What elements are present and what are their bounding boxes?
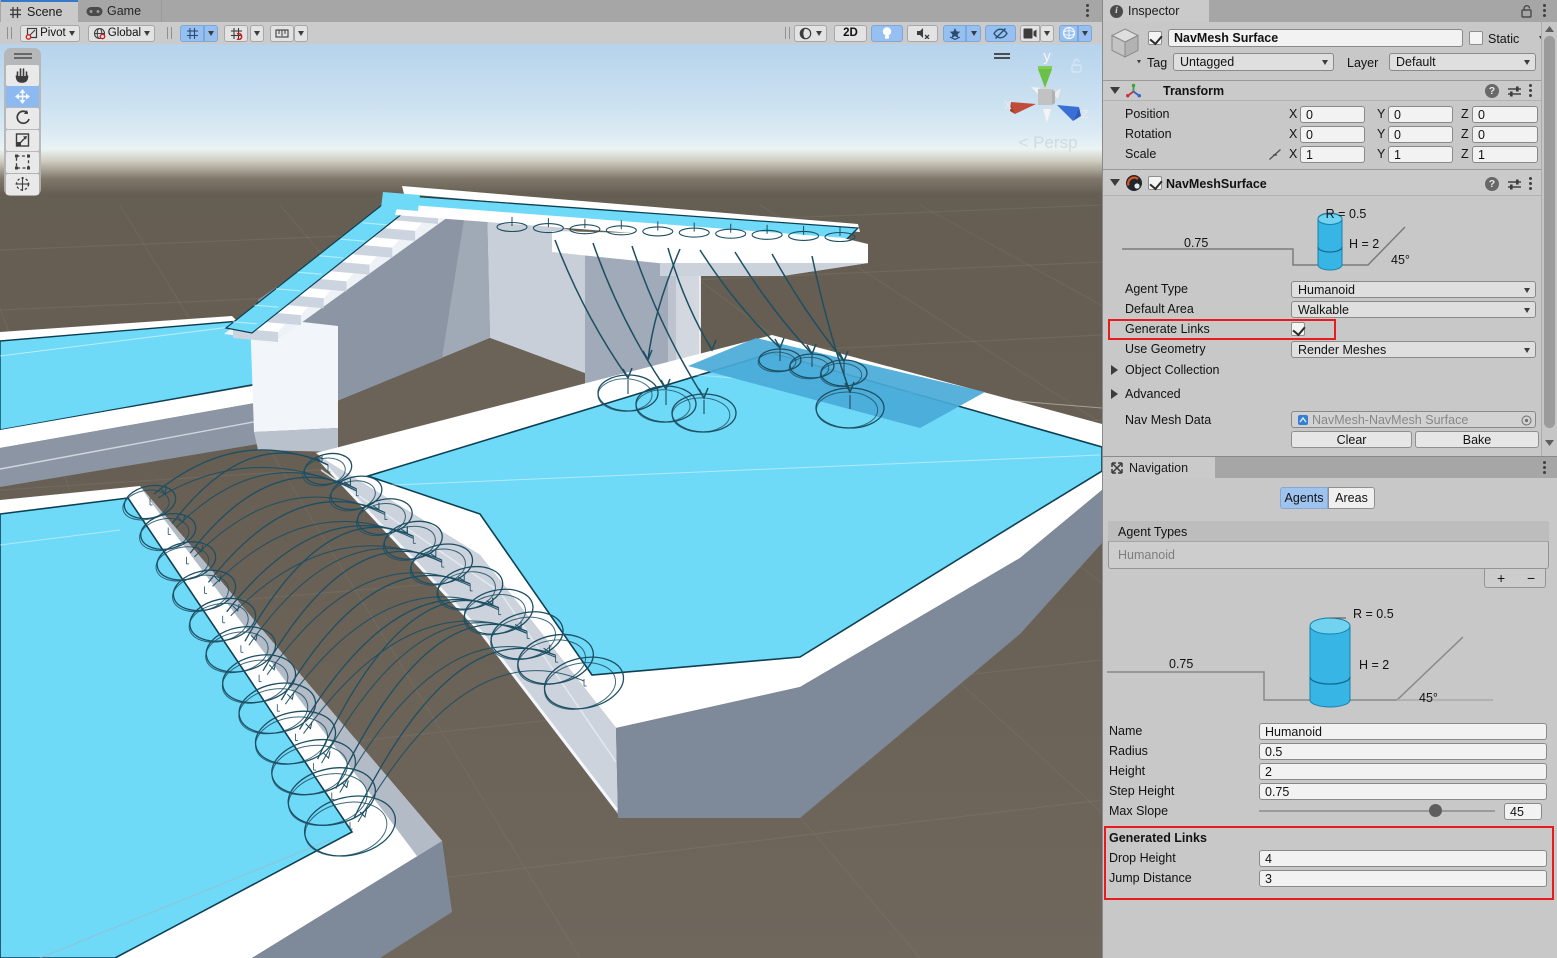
svg-text:R = 0.5: R = 0.5 — [1353, 607, 1394, 621]
svg-text:H = 2: H = 2 — [1359, 658, 1389, 672]
svg-text:45°: 45° — [1419, 691, 1438, 705]
svg-text:45°: 45° — [1391, 253, 1410, 267]
svg-text:z: z — [1081, 105, 1089, 122]
svg-text:H = 2: H = 2 — [1349, 237, 1379, 251]
svg-text:x: x — [1004, 96, 1012, 113]
svg-text:y: y — [1043, 48, 1051, 65]
svg-text:0.75: 0.75 — [1169, 657, 1193, 671]
svg-text:0.75: 0.75 — [1184, 236, 1208, 250]
svg-text:R = 0.5: R = 0.5 — [1326, 207, 1367, 221]
svg-text:< Persp: < Persp — [1018, 133, 1077, 152]
